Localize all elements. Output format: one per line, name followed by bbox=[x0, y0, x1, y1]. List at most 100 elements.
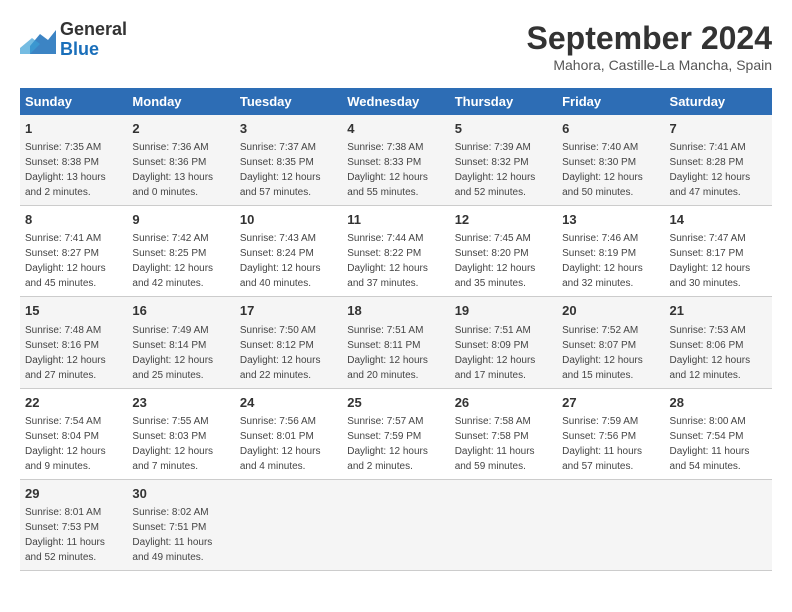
month-title: September 2024 bbox=[527, 20, 772, 57]
header: General Blue September 2024 Mahora, Cast… bbox=[20, 20, 772, 73]
calendar-day-cell: 27 Sunrise: 7:59 AM Sunset: 7:56 PM Dayli… bbox=[557, 388, 664, 479]
calendar-day-cell bbox=[342, 479, 449, 570]
calendar-day-cell: 5 Sunrise: 7:39 AM Sunset: 8:32 PM Daylig… bbox=[450, 115, 557, 206]
day-info: Sunrise: 7:41 AM Sunset: 8:27 PM Dayligh… bbox=[25, 233, 106, 289]
day-info: Sunrise: 7:36 AM Sunset: 8:36 PM Dayligh… bbox=[132, 142, 213, 198]
calendar-day-cell: 21Sunrise: 7:53 AM Sunset: 8:06 PM Dayli… bbox=[665, 297, 772, 388]
calendar-day-cell: 6 Sunrise: 7:40 AM Sunset: 8:30 PM Daylig… bbox=[557, 115, 664, 206]
day-info: Sunrise: 7:47 AM Sunset: 8:17 PM Dayligh… bbox=[670, 233, 751, 289]
calendar-week-row: 1 Sunrise: 7:35 AM Sunset: 8:38 PM Daylig… bbox=[20, 115, 772, 206]
weekday-header-cell: Tuesday bbox=[235, 88, 342, 115]
day-number: 21 bbox=[670, 302, 767, 320]
day-info: Sunrise: 7:42 AM Sunset: 8:25 PM Dayligh… bbox=[132, 233, 213, 289]
calendar-day-cell: 26 Sunrise: 7:58 AM Sunset: 7:58 PM Dayli… bbox=[450, 388, 557, 479]
weekday-header-row: SundayMondayTuesdayWednesdayThursdayFrid… bbox=[20, 88, 772, 115]
day-number: 4 bbox=[347, 120, 444, 138]
day-info: Sunrise: 7:45 AM Sunset: 8:20 PM Dayligh… bbox=[455, 233, 536, 289]
calendar-day-cell: 7Sunrise: 7:41 AM Sunset: 8:28 PM Daylig… bbox=[665, 115, 772, 206]
calendar-day-cell: 17 Sunrise: 7:50 AM Sunset: 8:12 PM Dayli… bbox=[235, 297, 342, 388]
weekday-header-cell: Friday bbox=[557, 88, 664, 115]
day-number: 14 bbox=[670, 211, 767, 229]
day-number: 7 bbox=[670, 120, 767, 138]
calendar-day-cell: 9 Sunrise: 7:42 AM Sunset: 8:25 PM Daylig… bbox=[127, 206, 234, 297]
day-info: Sunrise: 7:51 AM Sunset: 8:09 PM Dayligh… bbox=[455, 325, 536, 381]
weekday-header-cell: Saturday bbox=[665, 88, 772, 115]
day-info: Sunrise: 7:58 AM Sunset: 7:58 PM Dayligh… bbox=[455, 416, 535, 472]
day-number: 1 bbox=[25, 120, 122, 138]
calendar-day-cell: 4 Sunrise: 7:38 AM Sunset: 8:33 PM Daylig… bbox=[342, 115, 449, 206]
calendar-week-row: 29 Sunrise: 8:01 AM Sunset: 7:53 PM Dayli… bbox=[20, 479, 772, 570]
day-number: 16 bbox=[132, 302, 229, 320]
day-info: Sunrise: 7:37 AM Sunset: 8:35 PM Dayligh… bbox=[240, 142, 321, 198]
day-number: 5 bbox=[455, 120, 552, 138]
day-number: 8 bbox=[25, 211, 122, 229]
calendar-day-cell: 29 Sunrise: 8:01 AM Sunset: 7:53 PM Dayli… bbox=[20, 479, 127, 570]
calendar-day-cell: 23Sunrise: 7:55 AM Sunset: 8:03 PM Dayli… bbox=[127, 388, 234, 479]
day-info: Sunrise: 8:01 AM Sunset: 7:53 PM Dayligh… bbox=[25, 507, 105, 563]
logo-icon bbox=[20, 26, 56, 54]
day-info: Sunrise: 7:50 AM Sunset: 8:12 PM Dayligh… bbox=[240, 325, 321, 381]
weekday-header-cell: Monday bbox=[127, 88, 234, 115]
calendar-day-cell: 30 Sunrise: 8:02 AM Sunset: 7:51 PM Dayli… bbox=[127, 479, 234, 570]
logo-text-line2: Blue bbox=[60, 40, 127, 60]
day-number: 18 bbox=[347, 302, 444, 320]
day-info: Sunrise: 7:54 AM Sunset: 8:04 PM Dayligh… bbox=[25, 416, 106, 472]
day-number: 25 bbox=[347, 394, 444, 412]
day-info: Sunrise: 7:38 AM Sunset: 8:33 PM Dayligh… bbox=[347, 142, 428, 198]
day-number: 30 bbox=[132, 485, 229, 503]
day-number: 17 bbox=[240, 302, 337, 320]
day-info: Sunrise: 7:51 AM Sunset: 8:11 PM Dayligh… bbox=[347, 325, 428, 381]
day-number: 26 bbox=[455, 394, 552, 412]
calendar-day-cell: 28Sunrise: 8:00 AM Sunset: 7:54 PM Dayli… bbox=[665, 388, 772, 479]
calendar-day-cell: 16 Sunrise: 7:49 AM Sunset: 8:14 PM Dayli… bbox=[127, 297, 234, 388]
day-info: Sunrise: 7:49 AM Sunset: 8:14 PM Dayligh… bbox=[132, 325, 213, 381]
calendar-day-cell: 15Sunrise: 7:48 AM Sunset: 8:16 PM Dayli… bbox=[20, 297, 127, 388]
calendar-day-cell: 20 Sunrise: 7:52 AM Sunset: 8:07 PM Dayli… bbox=[557, 297, 664, 388]
calendar-day-cell: 1 Sunrise: 7:35 AM Sunset: 8:38 PM Daylig… bbox=[20, 115, 127, 206]
day-number: 24 bbox=[240, 394, 337, 412]
day-number: 3 bbox=[240, 120, 337, 138]
day-info: Sunrise: 7:35 AM Sunset: 8:38 PM Dayligh… bbox=[25, 142, 106, 198]
day-info: Sunrise: 7:46 AM Sunset: 8:19 PM Dayligh… bbox=[562, 233, 643, 289]
calendar-day-cell: 24 Sunrise: 7:56 AM Sunset: 8:01 PM Dayli… bbox=[235, 388, 342, 479]
day-info: Sunrise: 7:57 AM Sunset: 7:59 PM Dayligh… bbox=[347, 416, 428, 472]
calendar-day-cell: 3 Sunrise: 7:37 AM Sunset: 8:35 PM Daylig… bbox=[235, 115, 342, 206]
day-info: Sunrise: 7:40 AM Sunset: 8:30 PM Dayligh… bbox=[562, 142, 643, 198]
calendar-week-row: 8 Sunrise: 7:41 AM Sunset: 8:27 PM Daylig… bbox=[20, 206, 772, 297]
day-info: Sunrise: 8:02 AM Sunset: 7:51 PM Dayligh… bbox=[132, 507, 212, 563]
calendar-day-cell: 22 Sunrise: 7:54 AM Sunset: 8:04 PM Dayli… bbox=[20, 388, 127, 479]
calendar-table: SundayMondayTuesdayWednesdayThursdayFrid… bbox=[20, 88, 772, 571]
calendar-week-row: 15Sunrise: 7:48 AM Sunset: 8:16 PM Dayli… bbox=[20, 297, 772, 388]
calendar-day-cell: 8 Sunrise: 7:41 AM Sunset: 8:27 PM Daylig… bbox=[20, 206, 127, 297]
title-block: September 2024 Mahora, Castille-La Manch… bbox=[527, 20, 772, 73]
weekday-header-cell: Thursday bbox=[450, 88, 557, 115]
day-info: Sunrise: 7:59 AM Sunset: 7:56 PM Dayligh… bbox=[562, 416, 642, 472]
calendar-day-cell: 25 Sunrise: 7:57 AM Sunset: 7:59 PM Dayli… bbox=[342, 388, 449, 479]
day-number: 22 bbox=[25, 394, 122, 412]
calendar-day-cell bbox=[450, 479, 557, 570]
calendar-day-cell bbox=[235, 479, 342, 570]
day-number: 28 bbox=[670, 394, 767, 412]
day-info: Sunrise: 7:52 AM Sunset: 8:07 PM Dayligh… bbox=[562, 325, 643, 381]
weekday-header-cell: Wednesday bbox=[342, 88, 449, 115]
day-number: 23 bbox=[132, 394, 229, 412]
day-number: 2 bbox=[132, 120, 229, 138]
day-number: 9 bbox=[132, 211, 229, 229]
calendar-day-cell bbox=[665, 479, 772, 570]
logo: General Blue bbox=[20, 20, 127, 60]
day-info: Sunrise: 7:56 AM Sunset: 8:01 PM Dayligh… bbox=[240, 416, 321, 472]
day-info: Sunrise: 7:43 AM Sunset: 8:24 PM Dayligh… bbox=[240, 233, 321, 289]
day-number: 13 bbox=[562, 211, 659, 229]
calendar-day-cell: 19 Sunrise: 7:51 AM Sunset: 8:09 PM Dayli… bbox=[450, 297, 557, 388]
day-number: 6 bbox=[562, 120, 659, 138]
day-info: Sunrise: 7:44 AM Sunset: 8:22 PM Dayligh… bbox=[347, 233, 428, 289]
day-number: 27 bbox=[562, 394, 659, 412]
calendar-week-row: 22 Sunrise: 7:54 AM Sunset: 8:04 PM Dayli… bbox=[20, 388, 772, 479]
day-number: 29 bbox=[25, 485, 122, 503]
calendar-day-cell: 18 Sunrise: 7:51 AM Sunset: 8:11 PM Dayli… bbox=[342, 297, 449, 388]
logo-text-line1: General bbox=[60, 20, 127, 40]
day-number: 20 bbox=[562, 302, 659, 320]
day-info: Sunrise: 7:39 AM Sunset: 8:32 PM Dayligh… bbox=[455, 142, 536, 198]
day-number: 12 bbox=[455, 211, 552, 229]
day-number: 19 bbox=[455, 302, 552, 320]
